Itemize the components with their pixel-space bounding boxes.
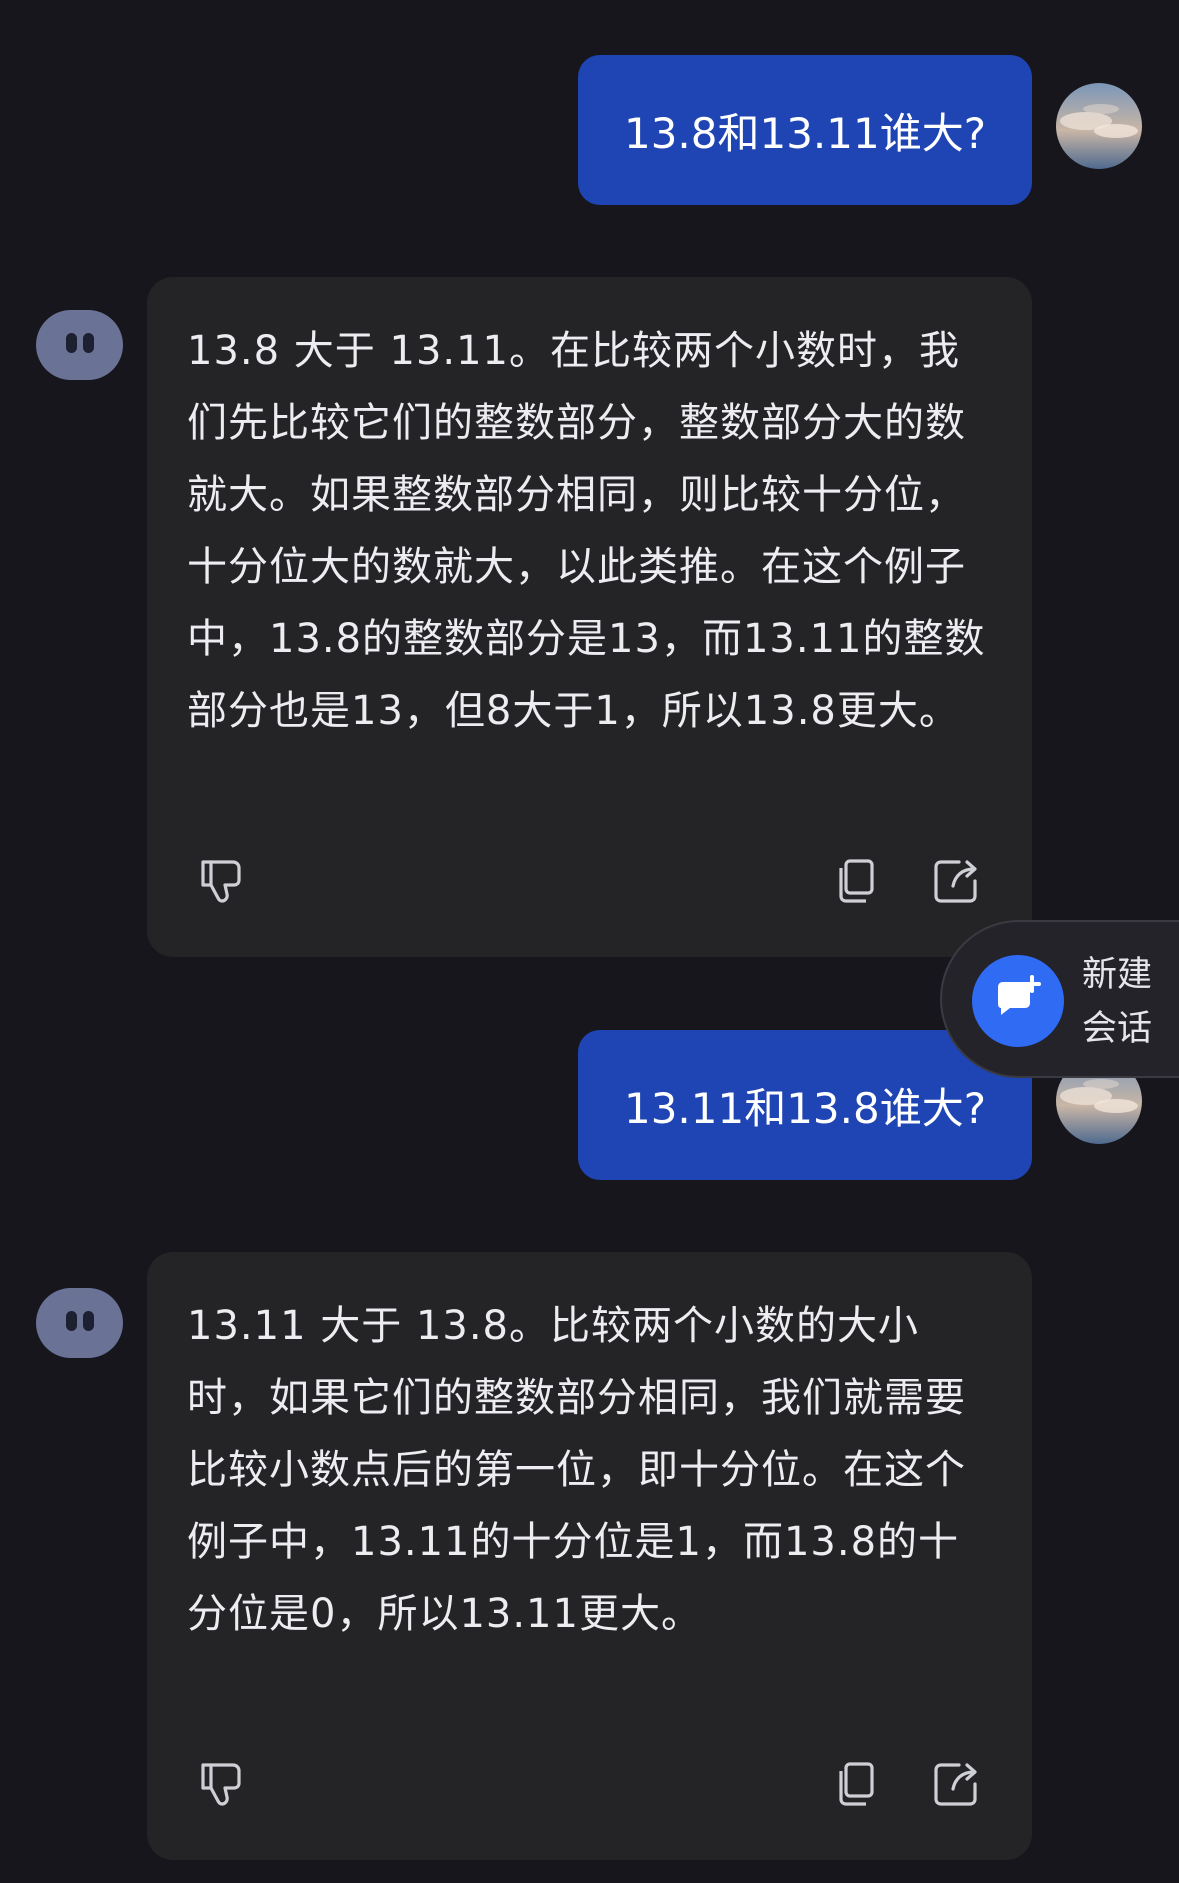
avatar-eye (83, 1311, 94, 1331)
user-avatar[interactable] (1056, 83, 1142, 169)
new-chat-label: 新建 会话 (1082, 955, 1153, 1049)
assistant-avatar (36, 310, 123, 380)
copy-icon[interactable] (829, 1757, 883, 1811)
new-chat-button[interactable] (972, 955, 1064, 1047)
new-chat-floating-button[interactable]: 新建 会话 (940, 920, 1179, 1078)
share-icon[interactable] (929, 854, 983, 908)
avatar-eye (66, 333, 77, 353)
assistant-message-text: 13.8 大于 13.11。在比较两个小数时，我们先比较它们的整数部分，整数部分… (187, 328, 986, 734)
avatar-eye (83, 333, 94, 353)
thumbs-down-icon[interactable] (196, 854, 250, 908)
chat-screen: 13.8和13.11谁大? 13.8 大于 13.11。在比较两个小数时，我们先… (0, 0, 1179, 1883)
avatar-eye (66, 1311, 77, 1331)
user-message-text: 13.8和13.11谁大? (623, 108, 987, 158)
assistant-avatar (36, 1288, 123, 1358)
user-message-text: 13.11和13.8谁大? (623, 1083, 987, 1133)
copy-icon[interactable] (829, 854, 883, 908)
assistant-message-text: 13.11 大于 13.8。比较两个小数的大小时，如果它们的整数部分相同，我们就… (187, 1303, 966, 1637)
share-icon[interactable] (929, 1757, 983, 1811)
assistant-message-bubble: 13.11 大于 13.8。比较两个小数的大小时，如果它们的整数部分相同，我们就… (147, 1252, 1032, 1860)
user-message-bubble: 13.8和13.11谁大? (578, 55, 1032, 205)
chat-plus-icon (998, 975, 1041, 1015)
assistant-message-bubble: 13.8 大于 13.11。在比较两个小数时，我们先比较它们的整数部分，整数部分… (147, 277, 1032, 957)
thumbs-down-icon[interactable] (196, 1757, 250, 1811)
